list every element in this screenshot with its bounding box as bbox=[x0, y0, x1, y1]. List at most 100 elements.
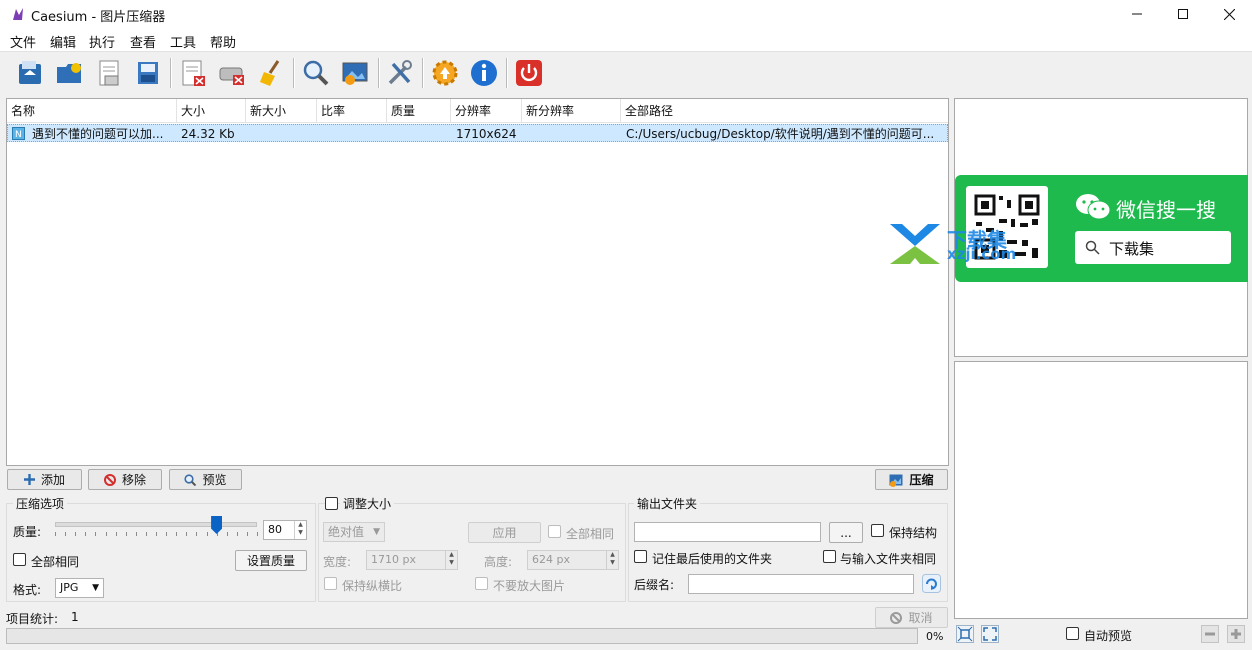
menu-view[interactable]: 查看 bbox=[130, 32, 156, 51]
open-folder-button[interactable] bbox=[52, 56, 86, 90]
resize-checkbox[interactable] bbox=[325, 497, 338, 510]
info-button[interactable] bbox=[467, 56, 501, 90]
chevron-down-icon: ▼ bbox=[373, 527, 380, 537]
remember-last-folder-checkbox[interactable] bbox=[634, 550, 647, 563]
wechat-search-title: 微信搜一搜 bbox=[1116, 198, 1216, 222]
cell-new-resolution bbox=[526, 125, 620, 143]
slider-tick bbox=[145, 532, 147, 536]
item-count-value: 1 bbox=[71, 610, 79, 624]
spin-arrows-icon[interactable]: ▲ ▼ bbox=[445, 551, 457, 569]
slider-tick bbox=[186, 532, 188, 536]
browse-label: ... bbox=[840, 525, 852, 540]
cancel-label: 取消 bbox=[908, 611, 933, 625]
width-spinbox[interactable]: 1710 px ▲ ▼ bbox=[366, 550, 458, 570]
open-file-button[interactable] bbox=[13, 56, 47, 90]
remove-item-button[interactable] bbox=[176, 56, 210, 90]
col-ratio[interactable]: 比率 bbox=[317, 99, 387, 123]
format-select[interactable]: JPG ▼ bbox=[55, 578, 104, 598]
fit-to-window-icon[interactable] bbox=[956, 625, 974, 643]
slider-tick bbox=[206, 532, 208, 536]
save-list-button[interactable] bbox=[92, 56, 126, 90]
close-button[interactable] bbox=[1206, 0, 1252, 28]
table-row[interactable]: N 遇到不懂的问题可以加... 24.32 Kb 1710x624 C:/Use… bbox=[7, 124, 948, 142]
col-quality[interactable]: 质量 bbox=[387, 99, 451, 123]
toolbar-separator bbox=[170, 58, 171, 88]
refresh-icon[interactable] bbox=[922, 574, 941, 593]
auto-preview-checkbox[interactable] bbox=[1066, 627, 1079, 640]
resize-same-all-checkbox[interactable] bbox=[548, 525, 561, 538]
col-new-resolution[interactable]: 新分辨率 bbox=[522, 99, 621, 123]
browse-button[interactable]: ... bbox=[829, 522, 863, 543]
actual-size-icon[interactable] bbox=[981, 625, 999, 643]
height-spinbox[interactable]: 624 px ▲ ▼ bbox=[527, 550, 619, 570]
resize-mode-select[interactable]: 绝对值 ▼ bbox=[323, 522, 385, 542]
suffix-input[interactable] bbox=[688, 574, 914, 594]
minimize-button[interactable] bbox=[1114, 0, 1160, 28]
file-list[interactable]: 名称 大小 新大小 比率 质量 分辨率 新分辨率 全部路径 N 遇到不懂的问题可… bbox=[6, 98, 949, 466]
menu-bar: 文件 编辑 执行 查看 工具 帮助 bbox=[0, 28, 1252, 52]
menu-file[interactable]: 文件 bbox=[10, 32, 36, 51]
wechat-search-text: 下载集 bbox=[1109, 240, 1155, 258]
clean-button[interactable] bbox=[254, 56, 288, 90]
compressed-preview-panel bbox=[954, 361, 1248, 619]
power-icon bbox=[516, 60, 542, 86]
same-as-input-checkbox[interactable] bbox=[823, 550, 836, 563]
compression-options-legend: 压缩选项 bbox=[13, 495, 68, 512]
col-resolution[interactable]: 分辨率 bbox=[451, 99, 522, 123]
add-button[interactable]: 添加 bbox=[7, 469, 82, 490]
export-list-button[interactable] bbox=[131, 56, 165, 90]
preview-label: 预览 bbox=[202, 473, 227, 487]
slider-tick bbox=[166, 532, 168, 536]
update-button[interactable] bbox=[428, 56, 462, 90]
site-logo-icon bbox=[890, 224, 940, 264]
wechat-icon bbox=[1076, 194, 1111, 220]
apply-button[interactable]: 应用 bbox=[468, 522, 541, 543]
zoom-out-icon[interactable] bbox=[1201, 625, 1219, 643]
keep-ratio-checkbox[interactable] bbox=[324, 577, 337, 590]
same-all-quality-checkbox[interactable] bbox=[13, 553, 26, 566]
quality-value: 80 bbox=[268, 523, 282, 536]
cell-size: 24.32 Kb bbox=[181, 127, 235, 141]
toolbar-separator bbox=[422, 58, 423, 88]
clear-list-icon bbox=[219, 67, 244, 85]
slider-tick bbox=[105, 532, 107, 536]
minimize-icon bbox=[1132, 13, 1142, 15]
spin-arrows-icon[interactable]: ▲ ▼ bbox=[606, 551, 618, 569]
menu-edit[interactable]: 编辑 bbox=[50, 32, 76, 51]
column-header: 名称 大小 新大小 比率 质量 分辨率 新分辨率 全部路径 bbox=[7, 99, 948, 123]
height-label: 高度: bbox=[484, 555, 513, 569]
set-quality-button[interactable]: 设置质量 bbox=[235, 550, 307, 571]
maximize-button[interactable] bbox=[1160, 0, 1206, 28]
clear-list-button[interactable] bbox=[215, 56, 249, 90]
menu-run[interactable]: 执行 bbox=[89, 32, 115, 51]
export-list-icon bbox=[138, 62, 158, 84]
menu-tools[interactable]: 工具 bbox=[170, 32, 196, 51]
same-all-quality-label: 全部相同 bbox=[31, 555, 80, 569]
keep-structure-checkbox[interactable] bbox=[871, 524, 884, 537]
col-name[interactable]: 名称 bbox=[7, 99, 177, 123]
no-enlarge-label: 不要放大图片 bbox=[493, 579, 566, 593]
site-url-watermark: xzji.com bbox=[947, 245, 1017, 263]
slider-tick bbox=[196, 532, 198, 536]
no-enlarge-checkbox[interactable] bbox=[475, 577, 488, 590]
col-size[interactable]: 大小 bbox=[177, 99, 246, 123]
quality-slider-track[interactable] bbox=[55, 522, 257, 527]
zoom-in-icon[interactable] bbox=[1227, 625, 1245, 643]
menu-help[interactable]: 帮助 bbox=[210, 32, 236, 51]
preview-button[interactable]: 预览 bbox=[169, 469, 242, 490]
spin-arrows-icon[interactable]: ▲ ▼ bbox=[294, 521, 306, 539]
cancel-button[interactable]: 取消 bbox=[875, 607, 948, 628]
cell-resolution: 1710x624 bbox=[456, 127, 517, 141]
tools-button[interactable] bbox=[383, 56, 417, 90]
image-settings-button[interactable] bbox=[338, 56, 372, 90]
quality-spinbox[interactable]: 80 ▲ ▼ bbox=[263, 520, 307, 540]
toolbar-separator bbox=[378, 58, 379, 88]
remove-button[interactable]: 移除 bbox=[88, 469, 162, 490]
preview-zoom-button[interactable] bbox=[299, 56, 333, 90]
compress-button[interactable]: 压缩 bbox=[875, 469, 948, 490]
output-folder-input[interactable] bbox=[634, 522, 821, 542]
same-as-input-label: 与输入文件夹相同 bbox=[840, 552, 937, 566]
exit-button[interactable] bbox=[512, 56, 546, 90]
col-new-size[interactable]: 新大小 bbox=[246, 99, 317, 123]
col-full-path[interactable]: 全部路径 bbox=[621, 99, 948, 123]
